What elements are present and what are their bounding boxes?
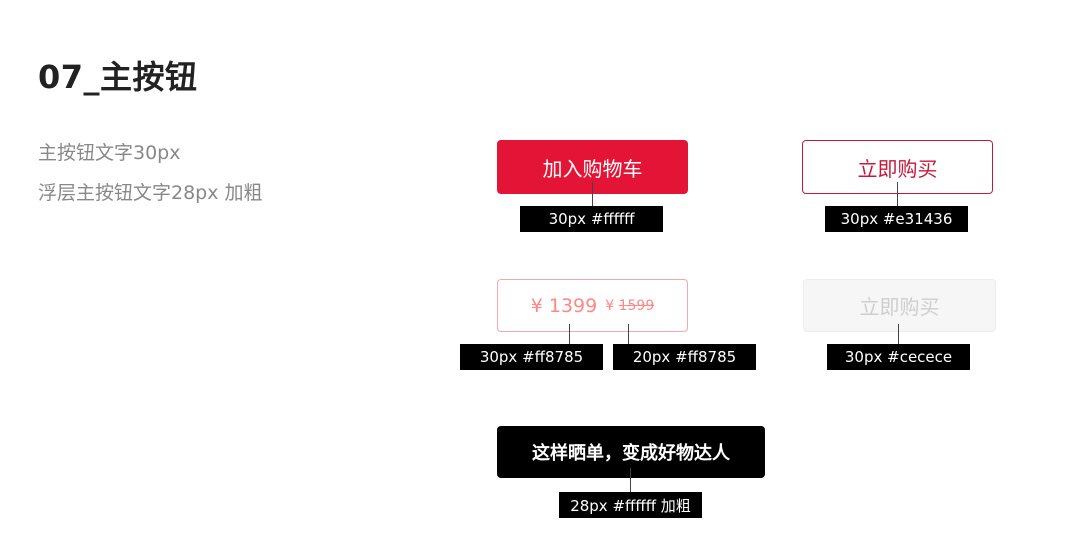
annotation-tag: 20px #ff8785 (613, 344, 756, 370)
annotation-connector (569, 324, 570, 344)
annotation-connector (628, 324, 629, 344)
currency-symbol: ¥ (530, 294, 543, 317)
description-primary-text-size: 主按钮文字30px (38, 142, 181, 164)
annotation-tag: 30px #ffffff (520, 206, 663, 232)
annotation-connector (630, 468, 631, 492)
annotation-connector (592, 182, 593, 206)
add-to-cart-label: 加入购物车 (542, 156, 643, 181)
buy-now-disabled-label: 立即购买 (859, 295, 940, 319)
price-current: ¥ 1399 (531, 295, 598, 317)
share-order-button[interactable]: 这样晒单，变成好物达人 (497, 426, 765, 478)
description-floating-text-size: 浮层主按钮文字28px 加粗 (38, 182, 263, 204)
annotation-tag: 30px #cecece (827, 344, 970, 370)
currency-symbol-old: ¥ (605, 297, 615, 314)
price-original: ¥ 1599 (605, 298, 654, 314)
share-order-label: 这样晒单，变成好物达人 (532, 443, 730, 464)
annotation-tag: 28px #ffffff 加粗 (559, 492, 702, 518)
buy-now-disabled-button[interactable]: 立即购买 (803, 279, 996, 332)
annotation-tag: 30px #e31436 (825, 206, 968, 232)
price-buy-button[interactable]: ¥ 1399 ¥ 1599 (497, 279, 688, 332)
buy-now-label: 立即购买 (857, 156, 938, 181)
annotation-connector (897, 182, 898, 206)
price-value: 1399 (548, 294, 598, 317)
original-price-value: 1599 (618, 297, 655, 314)
annotation-connector (898, 324, 899, 344)
page-title: 07_主按钮 (38, 58, 198, 96)
annotation-tag: 30px #ff8785 (460, 344, 603, 370)
